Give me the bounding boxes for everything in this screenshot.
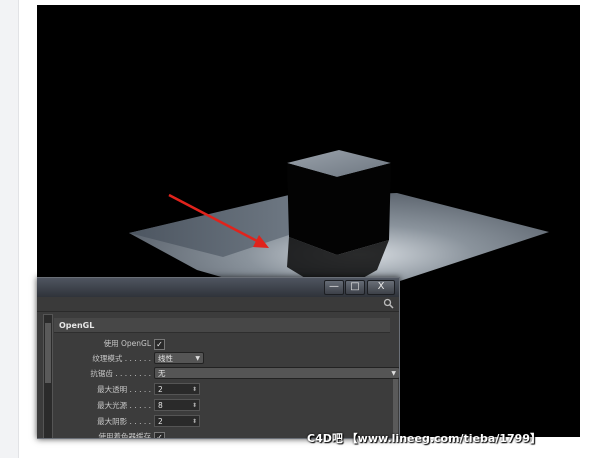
use-opengl-checkbox[interactable]: ✓ [154, 339, 165, 350]
setting-row-use-opengl: 使用 OpenGL ✓ [54, 337, 390, 350]
max-transparency-input[interactable]: 2 ⬍ [154, 383, 200, 395]
setting-label: 最大透明 . . . . . [97, 385, 151, 394]
setting-label: 纹理模式 . . . . . . [92, 354, 151, 363]
setting-row-antialiasing: 抗锯齿 . . . . . . . . 无 ▼ [54, 367, 399, 380]
close-button[interactable]: X [367, 280, 395, 295]
spinner-icon[interactable]: ⬍ [192, 416, 197, 427]
chevron-down-icon: ▼ [195, 355, 200, 362]
spinner-icon[interactable]: ⬍ [192, 384, 197, 395]
setting-label: 使用着色器缓存 [98, 432, 152, 439]
setting-label: 最大阴影 . . . . . [97, 417, 151, 426]
minimize-button[interactable]: — [324, 280, 344, 295]
left-scrollbar[interactable] [43, 314, 53, 438]
section-header-opengl[interactable]: OpenGL [54, 318, 390, 333]
max-transparency-value: 2 [158, 385, 163, 394]
setting-label: 最大光源 . . . . . [97, 401, 151, 410]
setting-row-max-transparency: 最大透明 . . . . . 2 ⬍ [54, 383, 390, 396]
setting-label: 使用 OpenGL [103, 339, 151, 348]
dialog-toolbar [37, 297, 399, 312]
maximize-button[interactable]: □ [345, 280, 365, 295]
texture-mode-dropdown[interactable]: 线性 ▼ [154, 352, 204, 364]
spinner-icon[interactable]: ⬍ [192, 400, 197, 411]
max-shadows-input[interactable]: 2 ⬍ [154, 415, 200, 427]
shader-cache-checkbox[interactable]: ✓ [154, 432, 165, 438]
antialiasing-dropdown[interactable]: 无 ▼ [154, 367, 399, 379]
watermark-text: C4D吧 【www.lineeg.com/tieba/1799】 [307, 432, 541, 445]
dialog-titlebar: — □ X [37, 278, 399, 297]
antialiasing-value: 无 [158, 369, 166, 378]
right-scrollbar-thumb[interactable] [393, 378, 398, 438]
chevron-down-icon: ▼ [391, 370, 396, 377]
max-lights-value: 8 [158, 401, 163, 410]
texture-mode-value: 线性 [158, 354, 173, 363]
cube-body [287, 163, 391, 255]
maximize-icon: □ [350, 281, 360, 292]
max-shadows-value: 2 [158, 417, 163, 426]
close-icon: X [377, 281, 385, 292]
minimize-icon: — [329, 281, 339, 292]
page-left-strip [0, 0, 19, 458]
setting-row-max-shadows: 最大阴影 . . . . . 2 ⬍ [54, 415, 390, 428]
opengl-preferences-dialog: — □ X OpenGL 使用 OpenGL ✓ 纹理模式 . . . . . … [37, 277, 400, 439]
setting-row-texture-mode: 纹理模式 . . . . . . 线性 ▼ [54, 352, 390, 365]
setting-row-max-lights: 最大光源 . . . . . 8 ⬍ [54, 399, 390, 412]
setting-label: 抗锯齿 . . . . . . . . [90, 369, 151, 378]
max-lights-input[interactable]: 8 ⬍ [154, 399, 200, 411]
search-icon[interactable] [383, 298, 395, 310]
left-scrollbar-thumb[interactable] [45, 323, 51, 383]
